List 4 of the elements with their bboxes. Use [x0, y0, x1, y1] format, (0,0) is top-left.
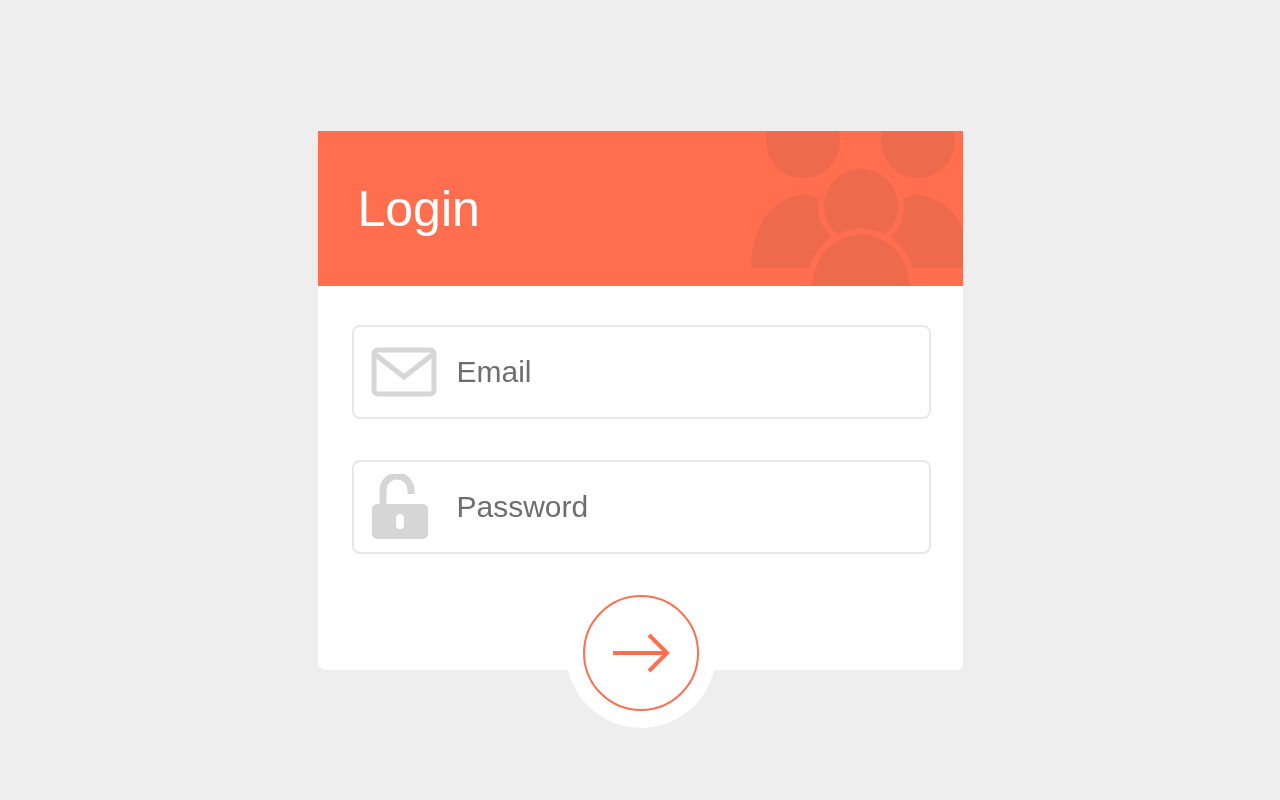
login-title: Login	[357, 179, 480, 238]
email-field[interactable]: Email	[351, 325, 931, 419]
password-field[interactable]: Password	[351, 460, 931, 554]
arrow-icon	[611, 633, 671, 673]
